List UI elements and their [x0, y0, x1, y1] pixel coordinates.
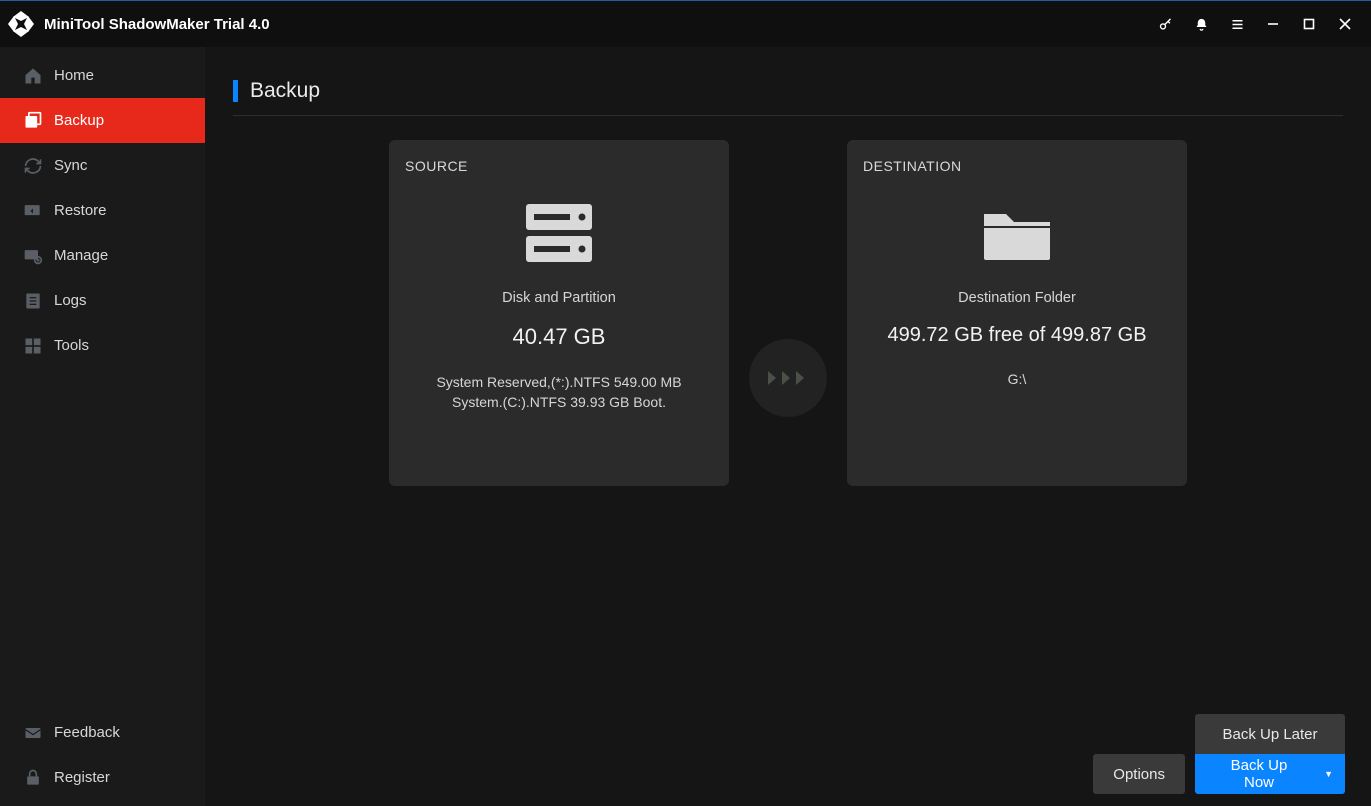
backup-icon	[22, 110, 44, 132]
app-logo-icon	[4, 7, 38, 41]
sidebar-item-register[interactable]: Register	[0, 755, 205, 800]
sidebar-item-backup[interactable]: Backup	[0, 98, 205, 143]
source-card[interactable]: SOURCE	[389, 140, 729, 486]
sidebar: Home Backup Sync	[0, 47, 205, 806]
header-accent-bar	[233, 80, 238, 102]
menu-icon[interactable]	[1219, 6, 1255, 42]
app-window: MiniTool ShadowMaker Trial 4.0	[0, 0, 1371, 806]
destination-heading: DESTINATION	[863, 158, 1171, 174]
source-type: Disk and Partition	[405, 290, 713, 306]
minimize-button[interactable]	[1255, 6, 1291, 42]
title-bar: MiniTool ShadowMaker Trial 4.0	[0, 1, 1371, 47]
sidebar-item-label: Register	[54, 769, 110, 786]
sidebar-item-logs[interactable]: Logs	[0, 278, 205, 323]
sidebar-item-label: Home	[54, 67, 94, 84]
restore-icon	[22, 200, 44, 222]
feedback-icon	[22, 722, 44, 744]
sidebar-item-tools[interactable]: Tools	[0, 323, 205, 368]
footer-actions: Options Back Up Later Back Up Now ▼	[1093, 714, 1345, 794]
close-button[interactable]	[1327, 6, 1363, 42]
key-icon[interactable]	[1147, 6, 1183, 42]
destination-card[interactable]: DESTINATION Destination Folder 499.72 GB…	[847, 140, 1187, 486]
maximize-button[interactable]	[1291, 6, 1327, 42]
disk-icon	[405, 194, 713, 272]
page-header: Backup	[233, 79, 1343, 103]
divider	[233, 115, 1343, 116]
manage-icon	[22, 245, 44, 267]
sidebar-item-label: Feedback	[54, 724, 120, 741]
destination-type: Destination Folder	[863, 290, 1171, 306]
sidebar-item-restore[interactable]: Restore	[0, 188, 205, 233]
sidebar-item-home[interactable]: Home	[0, 53, 205, 98]
sidebar-nav: Home Backup Sync	[0, 47, 205, 368]
sidebar-item-label: Restore	[54, 202, 107, 219]
destination-path: G:\	[863, 369, 1171, 389]
page-title: Backup	[250, 79, 320, 103]
sidebar-item-label: Tools	[54, 337, 89, 354]
sidebar-item-label: Manage	[54, 247, 108, 264]
backup-cards: SOURCE	[205, 140, 1371, 486]
logs-icon	[22, 290, 44, 312]
backup-now-label: Back Up Now	[1215, 757, 1303, 791]
options-button[interactable]: Options	[1093, 754, 1185, 794]
sidebar-item-label: Backup	[54, 112, 104, 129]
sidebar-item-feedback[interactable]: Feedback	[0, 710, 205, 755]
destination-free: 499.72 GB free of 499.87 GB	[863, 324, 1171, 347]
transfer-arrow-icon	[749, 339, 827, 417]
sidebar-bottom: Feedback Register	[0, 710, 205, 806]
source-size: 40.47 GB	[405, 324, 713, 350]
backup-later-button[interactable]: Back Up Later	[1195, 714, 1345, 754]
backup-now-button[interactable]: Back Up Now ▼	[1195, 754, 1345, 794]
notification-icon[interactable]	[1183, 6, 1219, 42]
backup-button-stack: Back Up Later Back Up Now ▼	[1195, 714, 1345, 794]
sidebar-item-label: Logs	[54, 292, 87, 309]
sync-icon	[22, 155, 44, 177]
sidebar-item-manage[interactable]: Manage	[0, 233, 205, 278]
tools-icon	[22, 335, 44, 357]
dropdown-caret-icon: ▼	[1324, 769, 1333, 779]
sidebar-item-label: Sync	[54, 157, 87, 174]
sidebar-item-sync[interactable]: Sync	[0, 143, 205, 188]
source-heading: SOURCE	[405, 158, 713, 174]
source-details: System Reserved,(*:).NTFS 549.00 MB Syst…	[405, 372, 713, 413]
home-icon	[22, 65, 44, 87]
register-icon	[22, 767, 44, 789]
main-content: Backup SOURCE	[205, 47, 1371, 806]
folder-icon	[863, 194, 1171, 272]
app-title: MiniTool ShadowMaker Trial 4.0	[44, 16, 270, 33]
